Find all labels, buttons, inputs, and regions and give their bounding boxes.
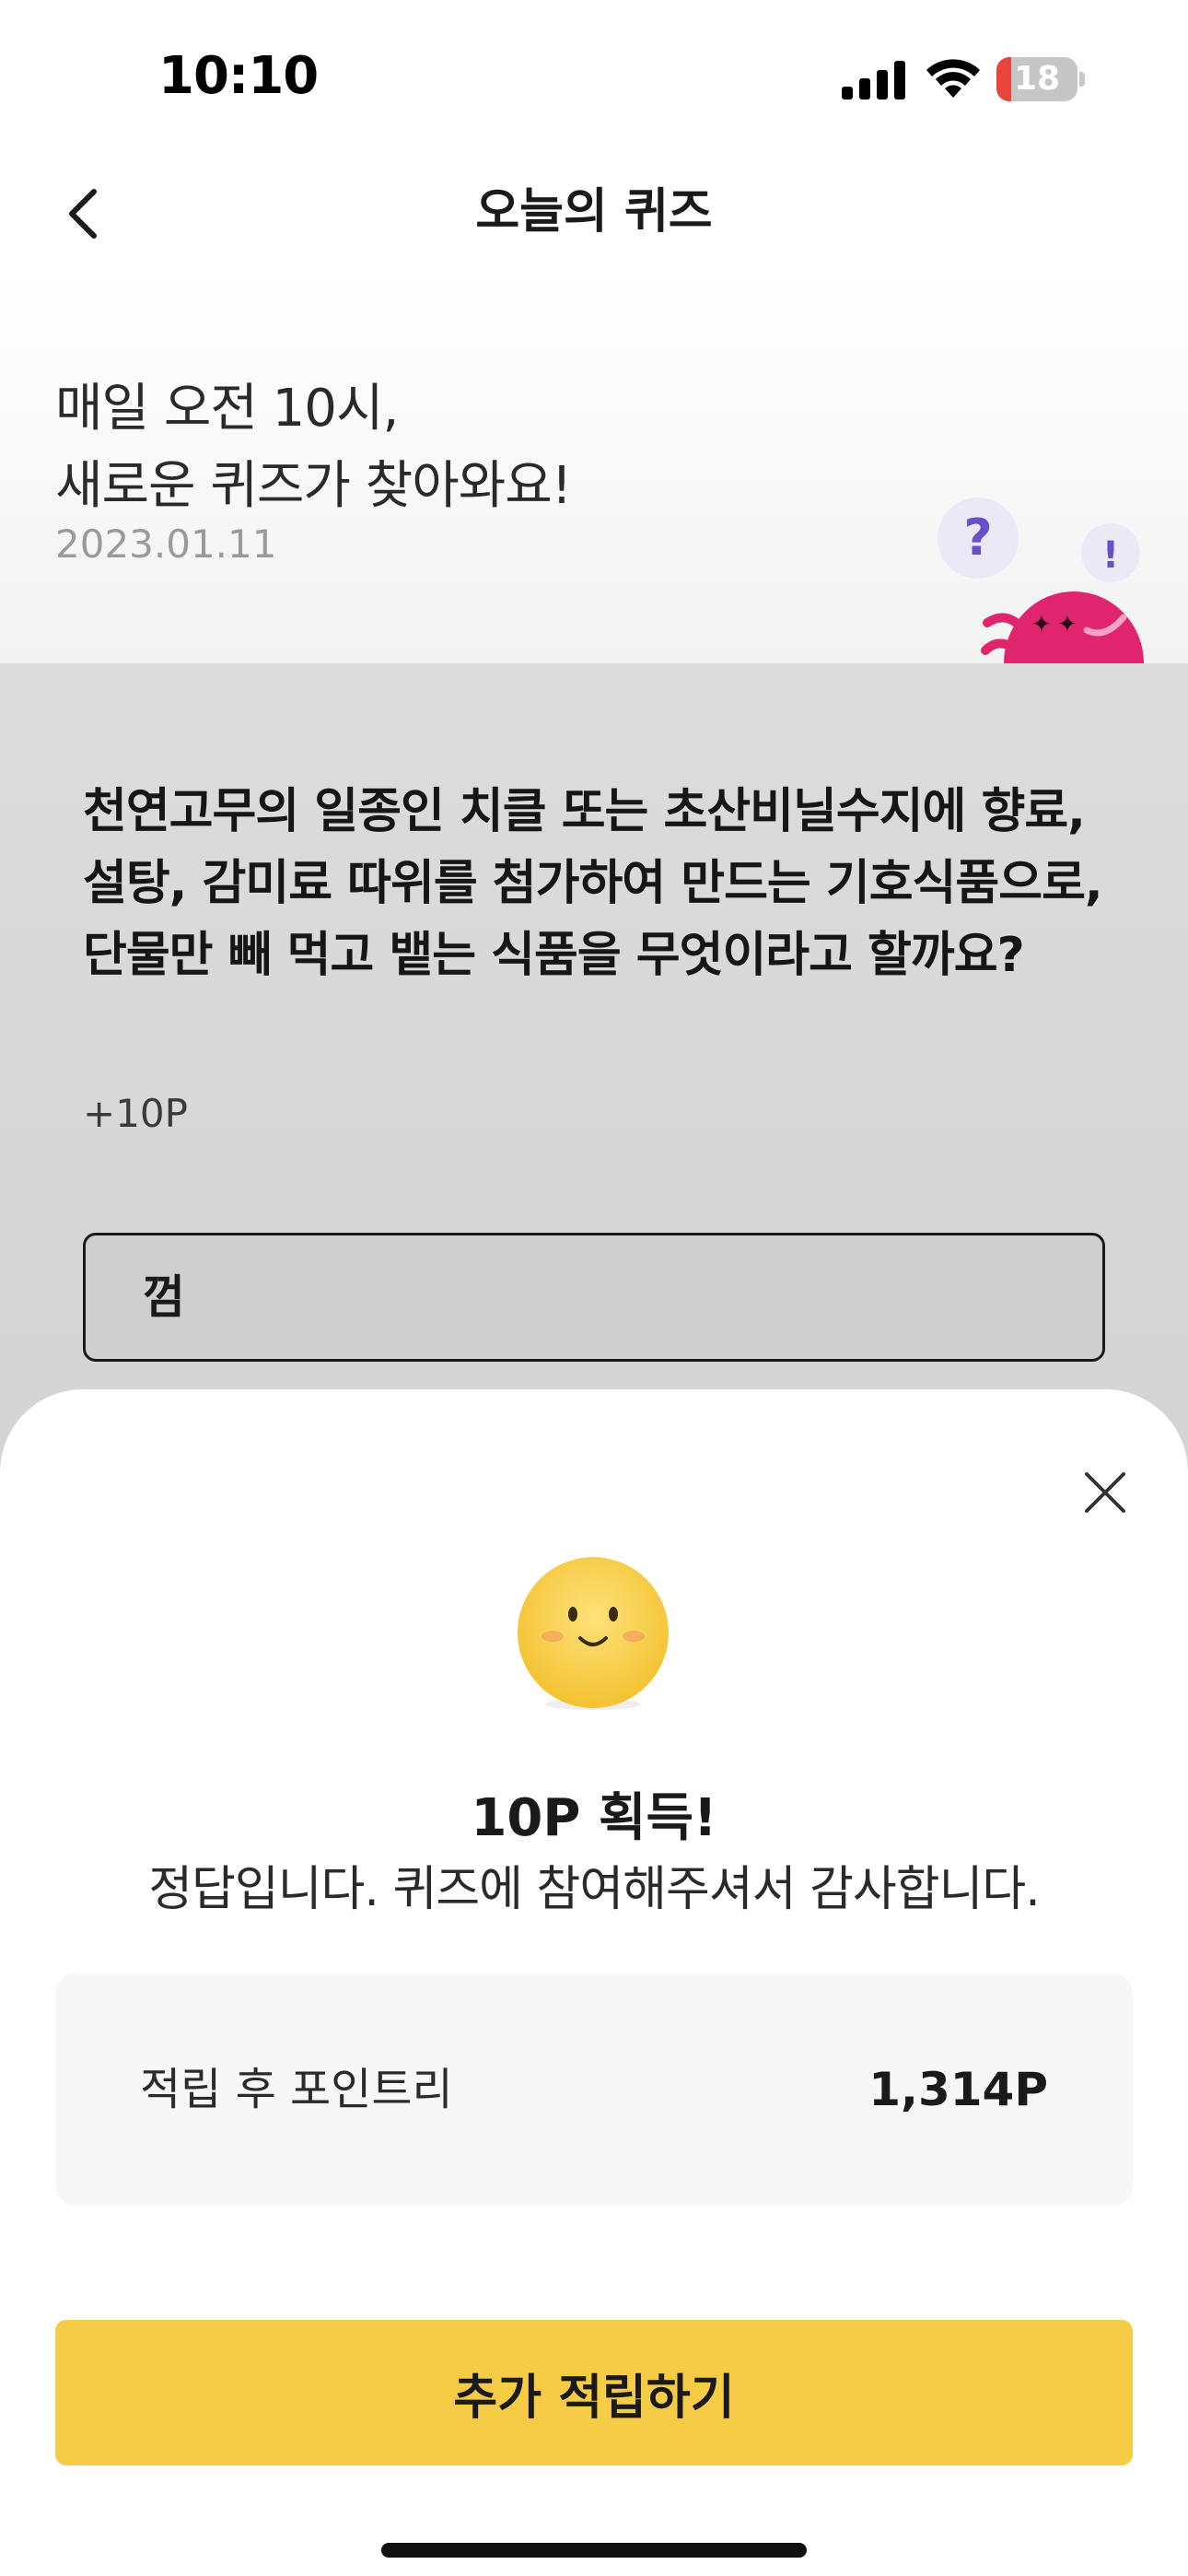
points-balance-card: 적립 후 포인트리 1,314P (55, 1973, 1133, 2206)
answer-field[interactable]: 껌 (83, 1233, 1105, 1362)
reward-title: 10P 획득! (471, 1788, 717, 1848)
battery-indicator: 18 (996, 57, 1085, 101)
svg-text:?: ? (963, 509, 992, 567)
smiley-face-icon (518, 1557, 669, 1710)
result-message: 정답입니다. 퀴즈에 참여해주셔서 감사합니다. (148, 1862, 1041, 1917)
quiz-mascot-icon: ? ! ✦ ✦ (938, 498, 1144, 663)
back-button[interactable] (37, 168, 129, 260)
header-headline-line2: 새로운 퀴즈가 찾아와요! (55, 456, 572, 516)
chevron-left-icon (69, 189, 97, 239)
balance-value: 1,314P (868, 2063, 1048, 2116)
page-title: 오늘의 퀴즈 (475, 184, 713, 240)
svg-text:✦: ✦ (1057, 611, 1077, 638)
cellular-signal-icon (842, 61, 905, 100)
quiz-date: 2023.01.11 (55, 521, 277, 567)
quiz-reward: +10P (83, 1091, 188, 1136)
header-headline-line1: 매일 오전 10시, (55, 379, 399, 439)
status-time: 10:10 (158, 46, 319, 106)
quiz-question: 천연고무의 일종인 치클 또는 초산비닐수지에 향료, 설탕, 감미료 따위를 … (83, 784, 1103, 983)
close-button[interactable] (1068, 1456, 1142, 1529)
battery-level: 18 (1013, 60, 1061, 98)
wifi-icon (926, 59, 980, 98)
quiz-header: 매일 오전 10시, 새로운 퀴즈가 찾아와요! 2023.01.11 ? ! … (0, 267, 1188, 663)
svg-text:✦: ✦ (1031, 611, 1052, 638)
nav-bar: 오늘의 퀴즈 (0, 157, 1188, 267)
result-sheet: 10P 획득! 정답입니다. 퀴즈에 참여해주셔서 감사합니다. 적립 후 포인… (0, 1389, 1188, 2576)
close-icon (1085, 1472, 1125, 1513)
balance-label: 적립 후 포인트리 (140, 2064, 453, 2115)
answer-value: 껌 (143, 1270, 185, 1324)
home-indicator (381, 2543, 807, 2558)
svg-text:!: ! (1102, 534, 1119, 577)
status-bar: 10:10 18 (0, 0, 1188, 157)
earn-more-button[interactable]: 추가 적립하기 (55, 2320, 1133, 2465)
